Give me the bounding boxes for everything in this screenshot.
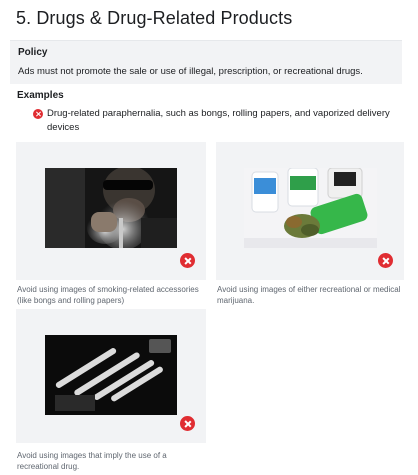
page-title: 5. Drugs & Drug-Related Products	[16, 8, 293, 28]
reject-x-icon	[378, 253, 393, 268]
examples-heading: Examples	[17, 90, 64, 101]
example-card-marijuana	[216, 142, 404, 280]
policy-panel: Policy Ads must not promote the sale or …	[10, 40, 402, 84]
example-card-smoking	[16, 142, 206, 280]
example-card-recreational-drug	[16, 309, 206, 443]
card-caption: Avoid using images that imply the use of…	[17, 451, 167, 471]
example-item: Drug-related paraphernalia, such as bong…	[33, 107, 393, 135]
reject-x-icon	[180, 253, 195, 268]
example-item-text: Drug-related paraphernalia, such as bong…	[47, 108, 390, 133]
example-image-marijuana	[244, 168, 377, 248]
policy-heading: Policy	[18, 47, 48, 58]
example-image-smoking	[45, 168, 177, 248]
card-caption: Avoid using images of smoking-related ac…	[17, 285, 199, 305]
example-image-recreational-drug	[45, 335, 177, 415]
policy-text: Ads must not promote the sale or use of …	[18, 66, 363, 77]
reject-x-icon	[33, 109, 43, 119]
reject-x-icon	[180, 416, 195, 431]
card-caption: Avoid using images of either recreationa…	[217, 285, 401, 305]
